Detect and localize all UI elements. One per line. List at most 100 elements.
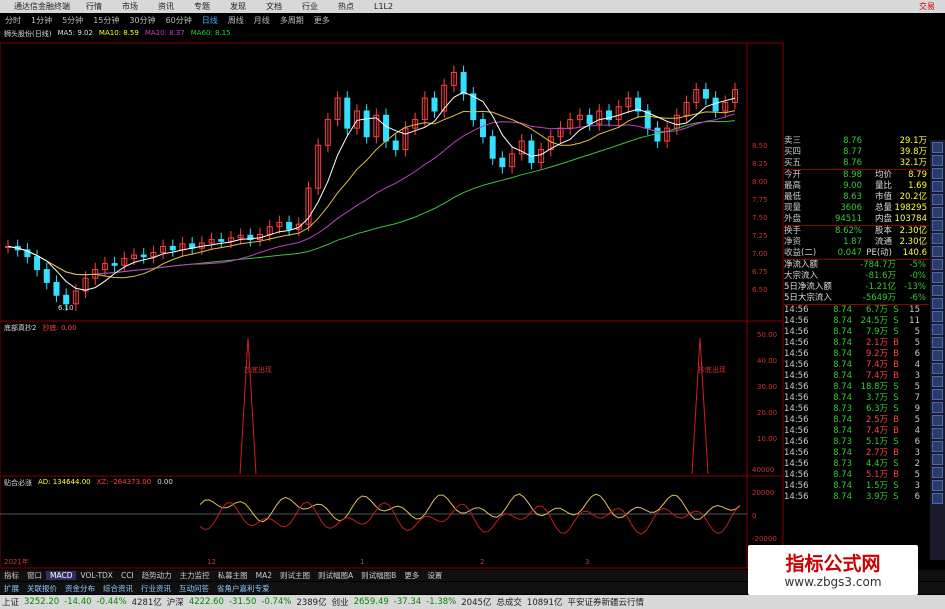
side-tool-icon[interactable] (932, 285, 943, 296)
period-monthly[interactable]: 月线 (249, 15, 275, 26)
tick-time: 14:56 (784, 459, 809, 469)
indicator-tab[interactable]: 设置 (423, 570, 446, 581)
info-tab[interactable]: 资金分布 (61, 583, 99, 594)
side-tool-icon[interactable] (932, 428, 943, 439)
flow-row: 5日净流入额 -1.21亿 -13% (784, 282, 929, 293)
tick-volume: 1.5万 (865, 481, 888, 491)
period-5min[interactable]: 5分钟 (57, 15, 88, 26)
tick-count: 11 (909, 316, 920, 326)
menu-item-discover[interactable]: 发现 (220, 1, 256, 12)
menu-item-docs[interactable]: 文档 (256, 1, 292, 12)
quote-value2: 103784 (894, 214, 927, 224)
side-tool-icon[interactable] (932, 363, 943, 374)
date-tick: 12 (207, 558, 216, 566)
price-tick: 8.00 (752, 178, 768, 186)
period-multi[interactable]: 多周期 (275, 15, 309, 26)
side-tool-icon[interactable] (932, 454, 943, 465)
side-tool-icon[interactable] (932, 376, 943, 387)
menu-item-market[interactable]: 行情 (76, 1, 112, 12)
quote-label2: 量比 (874, 181, 892, 191)
period-weekly[interactable]: 周线 (223, 15, 249, 26)
period-15min[interactable]: 15分钟 (88, 15, 124, 26)
candle-body (53, 281, 60, 296)
period-30min[interactable]: 30分钟 (124, 15, 160, 26)
side-tool-icon[interactable] (932, 415, 943, 426)
indicator-tab[interactable]: 更多 (400, 570, 423, 581)
side-tool-icon[interactable] (932, 259, 943, 270)
menu-item-l1l2[interactable]: L1L2 (364, 2, 403, 11)
quote-label2: 流通 (874, 237, 892, 247)
quote-panel: 卖三 8.76 29.1万 买四 8.77 39.8万 买五 8.76 32.1… (784, 136, 929, 571)
trade-button[interactable]: 交易 (919, 1, 935, 12)
info-tab[interactable]: 综合资讯 (99, 583, 137, 594)
indicator-tab[interactable]: MA2 (252, 571, 276, 580)
side-tool-icon[interactable] (932, 246, 943, 257)
period-60min[interactable]: 60分钟 (161, 15, 197, 26)
indicator-tab[interactable]: 私募主图 (214, 570, 252, 581)
status-l[interactable]: 上证 (2, 596, 19, 608)
side-tool-icon[interactable] (932, 337, 943, 348)
indicator-tab[interactable]: 则试幅图B (357, 570, 400, 581)
period-more[interactable]: 更多 (309, 15, 335, 26)
tick-time: 14:56 (784, 437, 809, 447)
side-tool-icon[interactable] (932, 207, 943, 218)
status-l[interactable]: 创业 (332, 596, 349, 608)
side-tool-icon[interactable] (932, 155, 943, 166)
menu-item-hot[interactable]: 热点 (328, 1, 364, 12)
info-tab[interactable]: 关联报价 (23, 583, 61, 594)
kline-chart[interactable]: 8.50 8.25 8.00 7.75 7.50 7.25 7.00 6.75 6.50 50.0… (0, 38, 784, 570)
menu-item-shichang[interactable]: 市场 (112, 1, 148, 12)
info-tab[interactable]: 省角户嘉利专爱 (213, 583, 274, 594)
side-tool-icon[interactable] (932, 324, 943, 335)
indicator-tab[interactable]: 窗口 (23, 570, 46, 581)
side-tool-icon[interactable] (932, 194, 943, 205)
side-tool-icon[interactable] (932, 402, 943, 413)
tick-row: 14:56 8.74 7.4万 B 3 (784, 371, 929, 382)
side-tool-icon[interactable] (932, 311, 943, 322)
quote-label: 卖三 (784, 136, 802, 146)
low-price-label: 6.10 (58, 304, 74, 312)
side-tool-icon[interactable] (932, 272, 943, 283)
side-tool-icon[interactable] (932, 220, 943, 231)
side-tool-icon[interactable] (932, 441, 943, 452)
info-tab[interactable]: 行业资讯 (137, 583, 175, 594)
signal-label-1: 抄底出现 (244, 366, 272, 374)
candle-body (392, 140, 399, 151)
status-l[interactable]: 沪深 (167, 596, 184, 608)
side-tool-icon[interactable] (932, 298, 943, 309)
side-tool-icon[interactable] (932, 467, 943, 478)
side-tool-icon[interactable] (932, 181, 943, 192)
side-tool-icon[interactable] (932, 168, 943, 179)
period-fenshi[interactable]: 分时 (0, 15, 26, 26)
side-tool-icon[interactable] (932, 389, 943, 400)
quote-label: 买四 (784, 147, 802, 157)
indicator-tab[interactable]: 主力监控 (176, 570, 214, 581)
quote-label2: 股本 (874, 226, 892, 236)
indicator-tab[interactable]: CCI (117, 571, 138, 580)
tick-price: 8.74 (833, 360, 852, 370)
info-tab[interactable]: 互动问答 (175, 583, 213, 594)
side-tool-icon[interactable] (932, 233, 943, 244)
candle-body (140, 254, 147, 258)
menu-item-news[interactable]: 资讯 (148, 1, 184, 12)
period-1min[interactable]: 1分钟 (26, 15, 57, 26)
indicator-tab[interactable]: 则试幅图A (314, 570, 357, 581)
ind1-tick: 50.00 (757, 331, 777, 339)
indicator-tab[interactable]: 指标 (0, 570, 23, 581)
quote-row: 今开 8.98 均价 8.79 (784, 169, 929, 181)
side-tool-icon[interactable] (932, 350, 943, 361)
side-tool-icon[interactable] (932, 142, 943, 153)
status-v: 2659.49 (353, 597, 389, 607)
side-tool-icon[interactable] (932, 480, 943, 491)
indicator-tab[interactable]: 则试主图 (276, 570, 314, 581)
period-daily[interactable]: 日线 (197, 15, 223, 26)
info-tab[interactable]: 扩展 (0, 583, 23, 594)
tick-time: 14:56 (784, 470, 809, 480)
indicator-tab[interactable]: MACD (46, 571, 77, 580)
tick-price: 8.73 (833, 459, 852, 469)
side-tool-icon[interactable] (932, 493, 943, 504)
indicator-tab[interactable]: VOL-TDX (76, 571, 116, 580)
indicator-tab[interactable]: 趋势动力 (138, 570, 176, 581)
menu-item-topic[interactable]: 专题 (184, 1, 220, 12)
menu-item-industry[interactable]: 行业 (292, 1, 328, 12)
